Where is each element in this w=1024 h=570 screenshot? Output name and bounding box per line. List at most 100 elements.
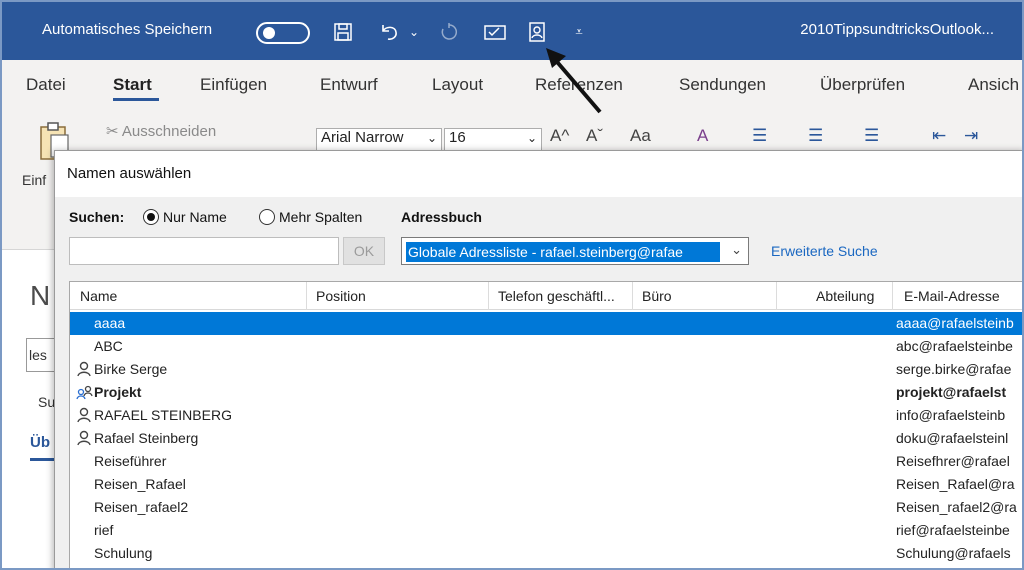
column-header-office[interactable]: Büro [642, 288, 672, 304]
contact-name: Birke Serge [94, 361, 168, 377]
bullets-icon[interactable]: ☰ [752, 126, 767, 146]
column-header-email[interactable]: E-Mail-Adresse [904, 288, 1000, 304]
column-header-name[interactable]: Name [80, 288, 117, 304]
group-icon [76, 384, 94, 403]
chevron-down-icon: ⌄ [526, 131, 537, 145]
cut-button[interactable]: ✂ Ausschneiden [106, 122, 216, 140]
column-divider[interactable] [632, 282, 633, 310]
column-header-phone[interactable]: Telefon geschäftl... [498, 288, 615, 304]
column-header-position[interactable]: Position [316, 288, 366, 304]
list-item[interactable]: rief rief@rafaelsteinbe [70, 519, 1022, 542]
multilevel-list-icon[interactable]: ☰ [864, 126, 879, 146]
contact-email: Reisen_rafael2@ra [896, 499, 1017, 515]
decrease-indent-icon[interactable]: ⇤ [932, 126, 946, 146]
annotation-arrow-icon [546, 48, 602, 114]
address-book-icon[interactable] [526, 21, 548, 43]
radio-name-only[interactable] [143, 209, 159, 225]
active-tab-indicator [113, 98, 159, 101]
list-item[interactable]: ABC abc@rafaelsteinbe [70, 335, 1022, 358]
radio-name-only-label[interactable]: Nur Name [163, 209, 227, 225]
contact-name: RAFAEL STEINBERG [94, 407, 232, 423]
person-icon [76, 430, 92, 449]
addressbook-select[interactable]: Globale Adressliste - rafael.steinberg@r… [401, 237, 749, 265]
chevron-down-icon: ⌄ [426, 131, 437, 145]
background-heading: N [30, 280, 51, 311]
addressbook-label: Adressbuch [401, 209, 482, 225]
tab-einfuegen[interactable]: Einfügen [200, 75, 267, 95]
tab-datei[interactable]: Datei [26, 75, 66, 95]
envelope-check-icon[interactable] [482, 21, 508, 43]
grow-font-button[interactable]: A^ [550, 126, 569, 146]
contact-name: Reisen_rafael2 [94, 499, 189, 515]
shrink-font-button[interactable]: Aˇ [586, 126, 603, 146]
increase-indent-icon[interactable]: ⇥ [964, 126, 978, 146]
ribbon-tabs: Datei Start Einfügen Entwurf Layout Refe… [2, 60, 1022, 110]
list-item[interactable]: aaaa aaaa@rafaelsteinb [70, 312, 1022, 335]
contacts-list[interactable]: Name Position Telefon geschäftl... Büro … [69, 281, 1022, 568]
font-size-value: 16 [449, 129, 466, 146]
tab-ansicht[interactable]: Ansich [968, 75, 1019, 95]
numbering-icon[interactable]: ☰ [808, 126, 823, 146]
background-field: les [26, 338, 56, 372]
contact-email: doku@rafaelsteinl [896, 430, 1009, 446]
undo-icon[interactable] [378, 21, 402, 43]
list-item[interactable]: Reiseführer Reisefhrer@rafael [70, 450, 1022, 473]
contact-email: Schulung@rafaels [896, 545, 1011, 561]
scissors-icon: ✂ [106, 123, 122, 140]
background-tab-underline [30, 458, 54, 461]
customize-toolbar-icon[interactable]: ⩡ [572, 21, 586, 43]
person-icon [76, 361, 92, 380]
undo-dropdown-icon[interactable]: ⌄ [408, 21, 420, 43]
contact-email: Reisen_Rafael@ra [896, 476, 1015, 492]
autosave-label: Automatisches Speichern [42, 21, 213, 38]
column-divider[interactable] [892, 282, 893, 310]
contact-email: Reisefhrer@rafael [896, 453, 1010, 469]
contact-name: ABC [94, 338, 123, 354]
list-item[interactable]: Projekt projekt@rafaelst [70, 381, 1022, 404]
column-divider[interactable] [306, 282, 307, 310]
advanced-search-link[interactable]: Erweiterte Suche [771, 243, 878, 259]
list-item[interactable]: Rafael Steinberg doku@rafaelsteinl [70, 427, 1022, 450]
save-icon[interactable] [332, 21, 354, 43]
app-window: Automatisches Speichern ⌄ ⩡ 2010Tippsund… [0, 0, 1024, 570]
tab-sendungen[interactable]: Sendungen [679, 75, 766, 95]
column-header-department[interactable]: Abteilung [816, 288, 874, 304]
list-item[interactable]: Schulung Schulung@rafaels [70, 542, 1022, 565]
dialog-title: Namen auswählen [67, 165, 192, 182]
change-case-button[interactable]: Aa [630, 126, 651, 146]
clear-formatting-button[interactable]: A [697, 126, 708, 146]
toggle-knob [263, 27, 275, 39]
font-name-select[interactable]: Arial Narrow ⌄ [316, 128, 442, 152]
list-item[interactable]: RAFAEL STEINBERG info@rafaelsteinb [70, 404, 1022, 427]
list-item[interactable]: Reisen_rafael2 Reisen_rafael2@ra [70, 496, 1022, 519]
tab-entwurf[interactable]: Entwurf [320, 75, 378, 95]
tab-start[interactable]: Start [113, 75, 152, 95]
redo-icon[interactable] [438, 21, 460, 43]
autosave-toggle[interactable] [256, 22, 310, 44]
list-item[interactable]: Reisen_Rafael Reisen_Rafael@ra [70, 473, 1022, 496]
radio-more-columns-label[interactable]: Mehr Spalten [279, 209, 362, 225]
cut-label: Ausschneiden [121, 123, 217, 140]
radio-more-columns[interactable] [259, 209, 275, 225]
tab-layout[interactable]: Layout [432, 75, 483, 95]
contact-name: rief [94, 522, 114, 538]
select-names-dialog: Namen auswählen Suchen: Nur Name Mehr Sp… [54, 150, 1022, 568]
contact-name: aaaa [94, 315, 126, 331]
column-divider[interactable] [776, 282, 777, 310]
search-label: Suchen: [69, 209, 125, 225]
person-icon [76, 407, 92, 426]
list-item[interactable]: Birke Serge serge.birke@rafae [70, 358, 1022, 381]
search-input[interactable] [69, 237, 339, 265]
paste-label[interactable]: Einf [22, 172, 46, 188]
contact-name: Reisen_Rafael [94, 476, 186, 492]
ok-button[interactable]: OK [343, 237, 385, 265]
contact-email: projekt@rafaelst [896, 384, 1007, 400]
column-divider[interactable] [488, 282, 489, 310]
background-subtext: Su [38, 394, 56, 410]
contact-email: abc@rafaelsteinbe [896, 338, 1013, 354]
background-tab: Üb [30, 434, 50, 451]
contact-email: serge.birke@rafae [896, 361, 1012, 377]
font-size-select[interactable]: 16 ⌄ [444, 128, 542, 152]
contact-name: Rafael Steinberg [94, 430, 199, 446]
tab-ueberpruefen[interactable]: Überprüfen [820, 75, 905, 95]
